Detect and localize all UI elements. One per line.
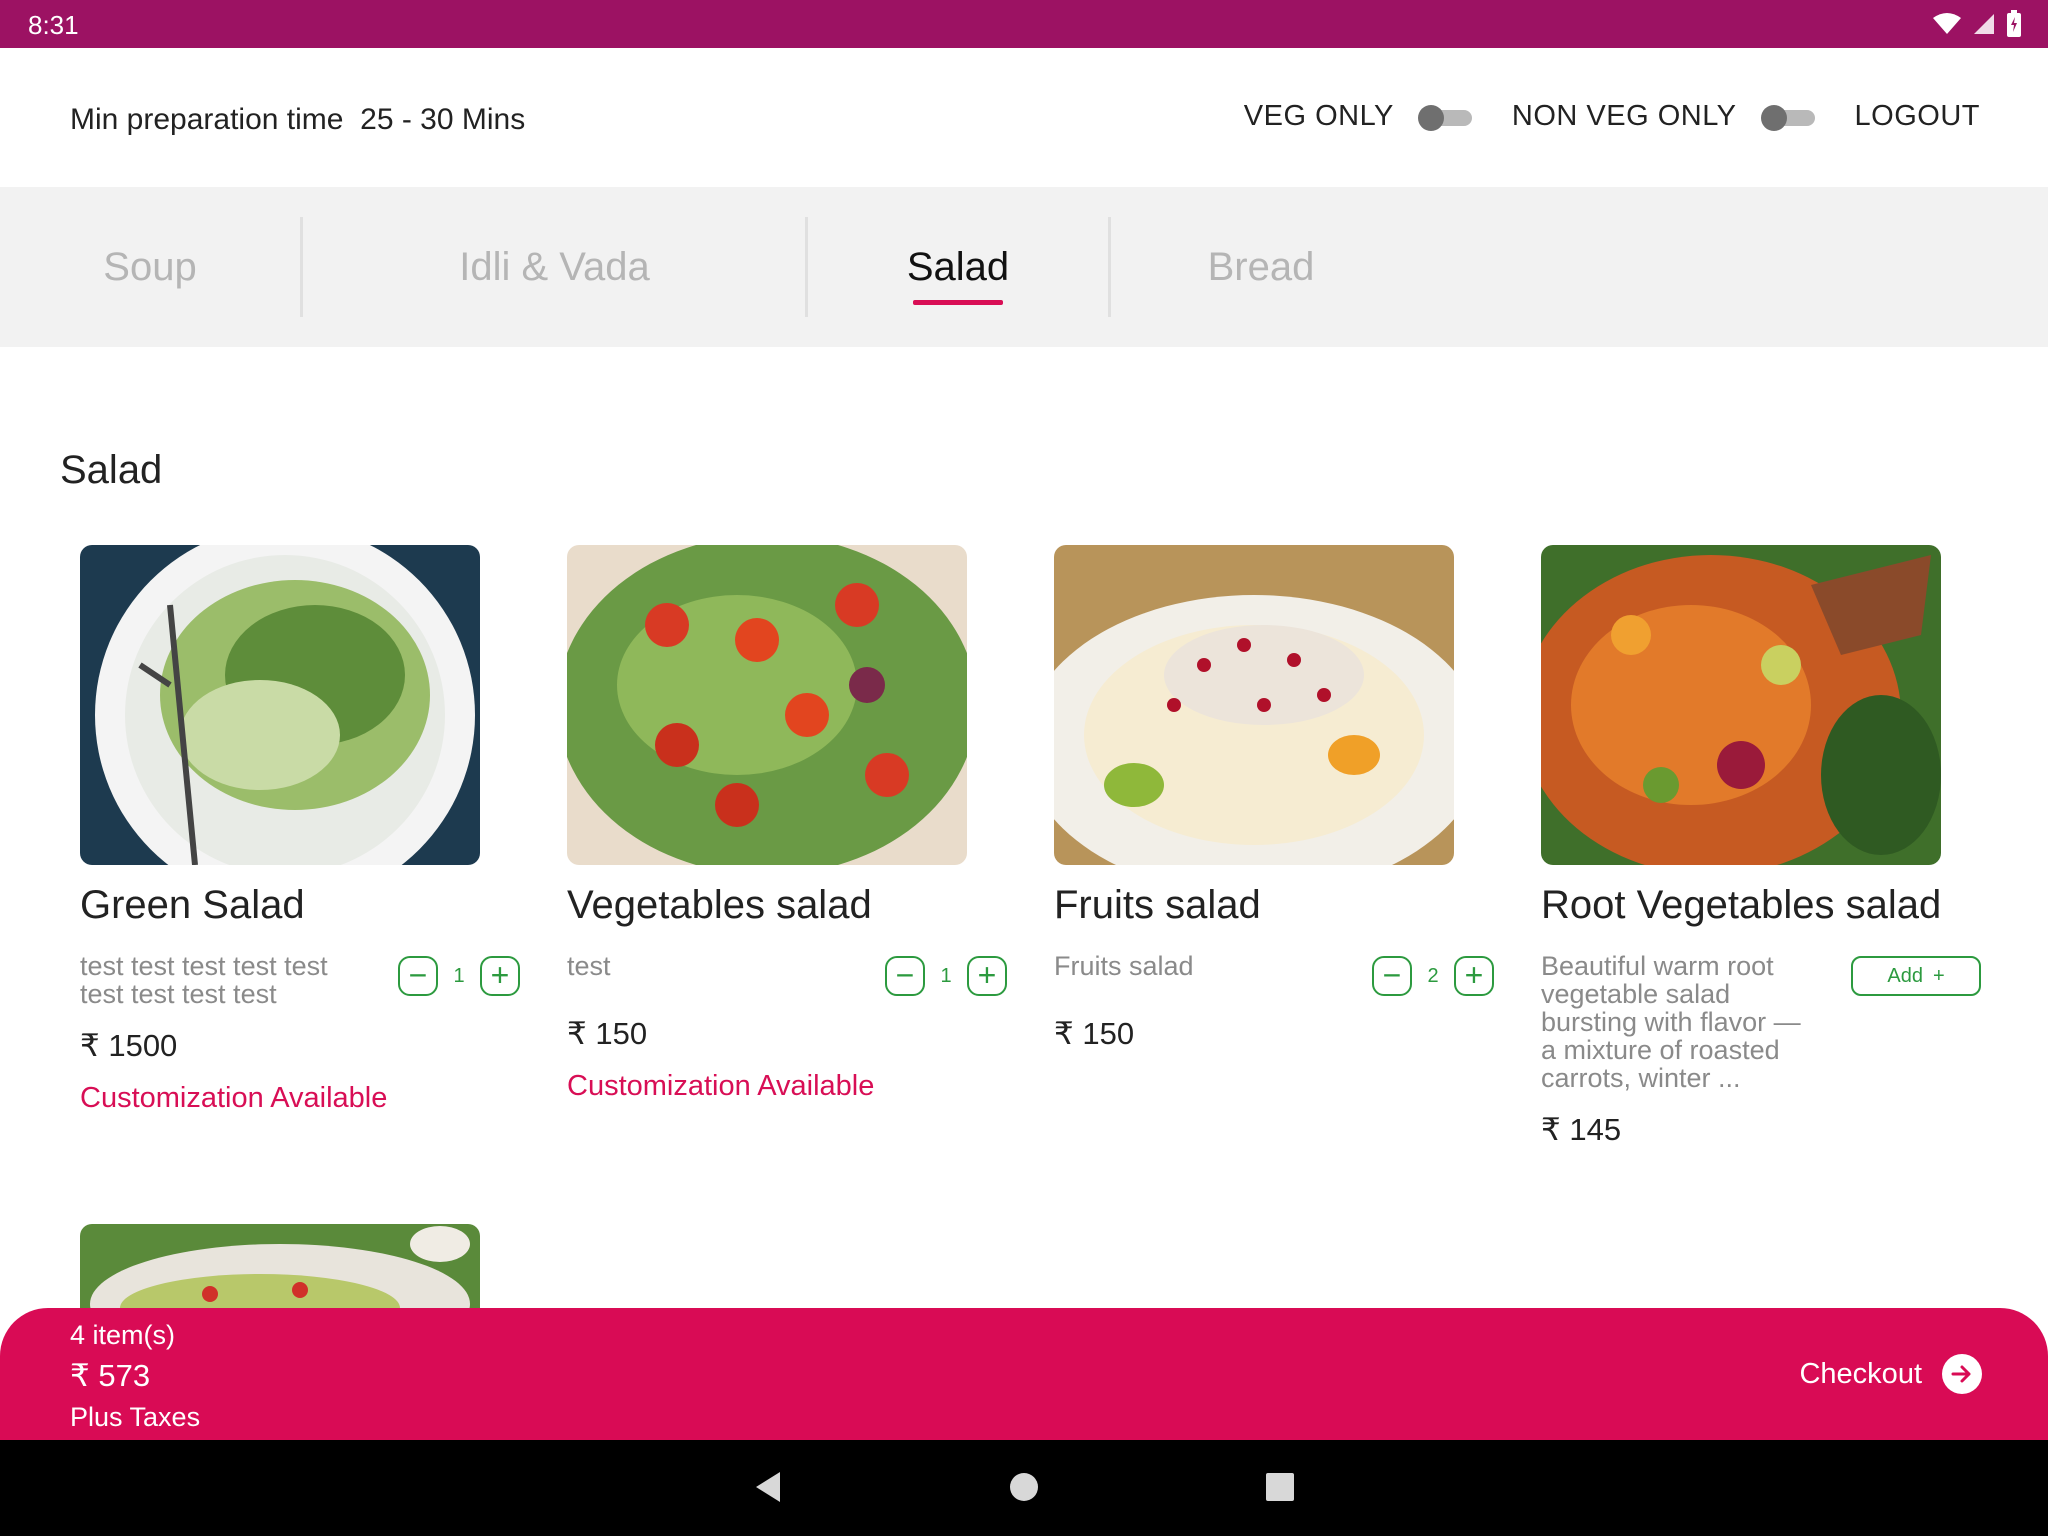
decrement-button[interactable]: − xyxy=(885,956,925,996)
item-price: ₹ 1500 xyxy=(80,1028,178,1063)
tab-label: Bread xyxy=(1207,244,1315,289)
section-title: Salad xyxy=(60,448,163,492)
tab-bread[interactable]: Bread xyxy=(1111,187,1411,347)
menu-item-card[interactable]: Root Vegetables salad Beautiful warm roo… xyxy=(1541,545,1981,1148)
quantity-stepper: − 1 + xyxy=(885,956,1007,996)
item-details-row: Beautiful warm root vegetable salad burs… xyxy=(1541,952,1981,1092)
quantity-value: 1 xyxy=(940,964,952,987)
non-veg-toggle-thumb xyxy=(1760,104,1787,131)
item-price: ₹ 150 xyxy=(1054,1016,1135,1051)
decrement-button[interactable]: − xyxy=(398,956,438,996)
quantity-value: 1 xyxy=(453,964,465,987)
recents-icon[interactable] xyxy=(1265,1470,1295,1504)
fruits-salad-photo xyxy=(1054,545,1454,865)
add-label: Add xyxy=(1887,964,1923,987)
veg-only-label: VEG ONLY xyxy=(1243,100,1394,132)
customization-label[interactable]: Customization Available xyxy=(80,1082,520,1115)
navigation-bar xyxy=(0,1440,2048,1536)
veg-toggle-thumb xyxy=(1417,104,1444,131)
item-name: Vegetables salad xyxy=(567,883,872,927)
quantity-stepper: − 1 + xyxy=(398,956,520,996)
cart-taxes-note: Plus Taxes xyxy=(70,1402,201,1432)
green-salad-photo xyxy=(80,545,480,865)
item-description: Fruits salad xyxy=(1054,951,1194,981)
quantity-stepper: − 2 + xyxy=(1372,956,1494,996)
vegetables-salad-photo xyxy=(567,545,967,865)
category-tabs: Soup Idli & Vada Salad Bread xyxy=(0,187,2048,347)
back-icon[interactable] xyxy=(752,1470,782,1504)
item-price: ₹ 145 xyxy=(1541,1112,1622,1147)
signal-icon xyxy=(1974,14,1994,34)
status-bar: 8:31 xyxy=(0,0,2048,48)
non-veg-only-label: NON VEG ONLY xyxy=(1511,100,1737,132)
item-name: Root Vegetables salad xyxy=(1541,883,1942,927)
item-description: Beautiful warm root vegetable salad burs… xyxy=(1541,951,1801,1093)
wifi-icon xyxy=(1933,13,1961,34)
menu-item-photo-partial[interactable] xyxy=(80,1224,480,1308)
logout-button[interactable]: LOGOUT xyxy=(1855,100,1980,133)
item-details-row: Fruits salad − 2 + xyxy=(1054,952,1494,996)
cart-item-count: 4 item(s) xyxy=(70,1320,176,1350)
prep-time-label: Min preparation time xyxy=(70,103,344,136)
increment-button[interactable]: + xyxy=(967,956,1007,996)
status-time: 8:31 xyxy=(28,10,79,40)
add-button[interactable]: Add + xyxy=(1851,956,1981,996)
increment-button[interactable]: + xyxy=(480,956,520,996)
menu-item-card[interactable]: Vegetables salad test − 1 + ₹ 150 Custom… xyxy=(567,545,1007,1103)
item-details-row: test − 1 + xyxy=(567,952,1007,996)
item-description: test test test test test test test test … xyxy=(80,951,328,1009)
quantity-value: 2 xyxy=(1427,964,1439,987)
tab-label: Soup xyxy=(103,244,197,289)
home-icon[interactable] xyxy=(1009,1470,1039,1504)
increment-button[interactable]: + xyxy=(1454,956,1494,996)
item-name: Fruits salad xyxy=(1054,883,1261,927)
tab-soup[interactable]: Soup xyxy=(0,187,300,347)
battery-icon xyxy=(2007,10,2021,37)
cart-total: ₹ 573 xyxy=(70,1358,151,1393)
prep-time: Min preparation time 25 - 30 Mins xyxy=(70,103,525,137)
arrow-right-icon xyxy=(1942,1354,1982,1394)
active-tab-indicator xyxy=(913,300,1003,305)
non-veg-only-toggle[interactable] xyxy=(1760,104,1815,131)
customization-label[interactable]: Customization Available xyxy=(567,1070,1007,1103)
item-description: test xyxy=(567,951,611,981)
status-icons xyxy=(1932,10,2022,38)
plus-icon: + xyxy=(1932,964,1945,987)
menu-item-card[interactable]: Fruits salad Fruits salad − 2 + ₹ 150 xyxy=(1054,545,1494,1052)
top-actions: VEG ONLY NON VEG ONLY LOGOUT xyxy=(1244,100,1980,133)
checkout-label: Checkout xyxy=(1799,1357,1922,1390)
item-details-row: test test test test test test test test … xyxy=(80,952,520,1008)
tab-idli-vada[interactable]: Idli & Vada xyxy=(303,187,806,347)
menu-item-card[interactable]: Green Salad test test test test test tes… xyxy=(80,545,520,1115)
item-name: Green Salad xyxy=(80,883,305,927)
decrement-button[interactable]: − xyxy=(1372,956,1412,996)
cart-bar: 4 item(s) ₹ 573 Plus Taxes Checkout xyxy=(0,1308,2048,1440)
checkout-button[interactable]: Checkout xyxy=(1799,1354,1982,1394)
tab-label: Salad xyxy=(906,244,1010,289)
root-vegetables-salad-photo xyxy=(1541,545,1941,865)
tab-label: Idli & Vada xyxy=(459,244,650,289)
top-bar: Min preparation time 25 - 30 Mins VEG ON… xyxy=(0,48,2048,187)
veg-only-toggle[interactable] xyxy=(1417,104,1472,131)
prep-time-value: 25 - 30 Mins xyxy=(360,103,526,136)
item-price: ₹ 150 xyxy=(567,1016,648,1051)
tab-salad[interactable]: Salad xyxy=(808,187,1108,347)
